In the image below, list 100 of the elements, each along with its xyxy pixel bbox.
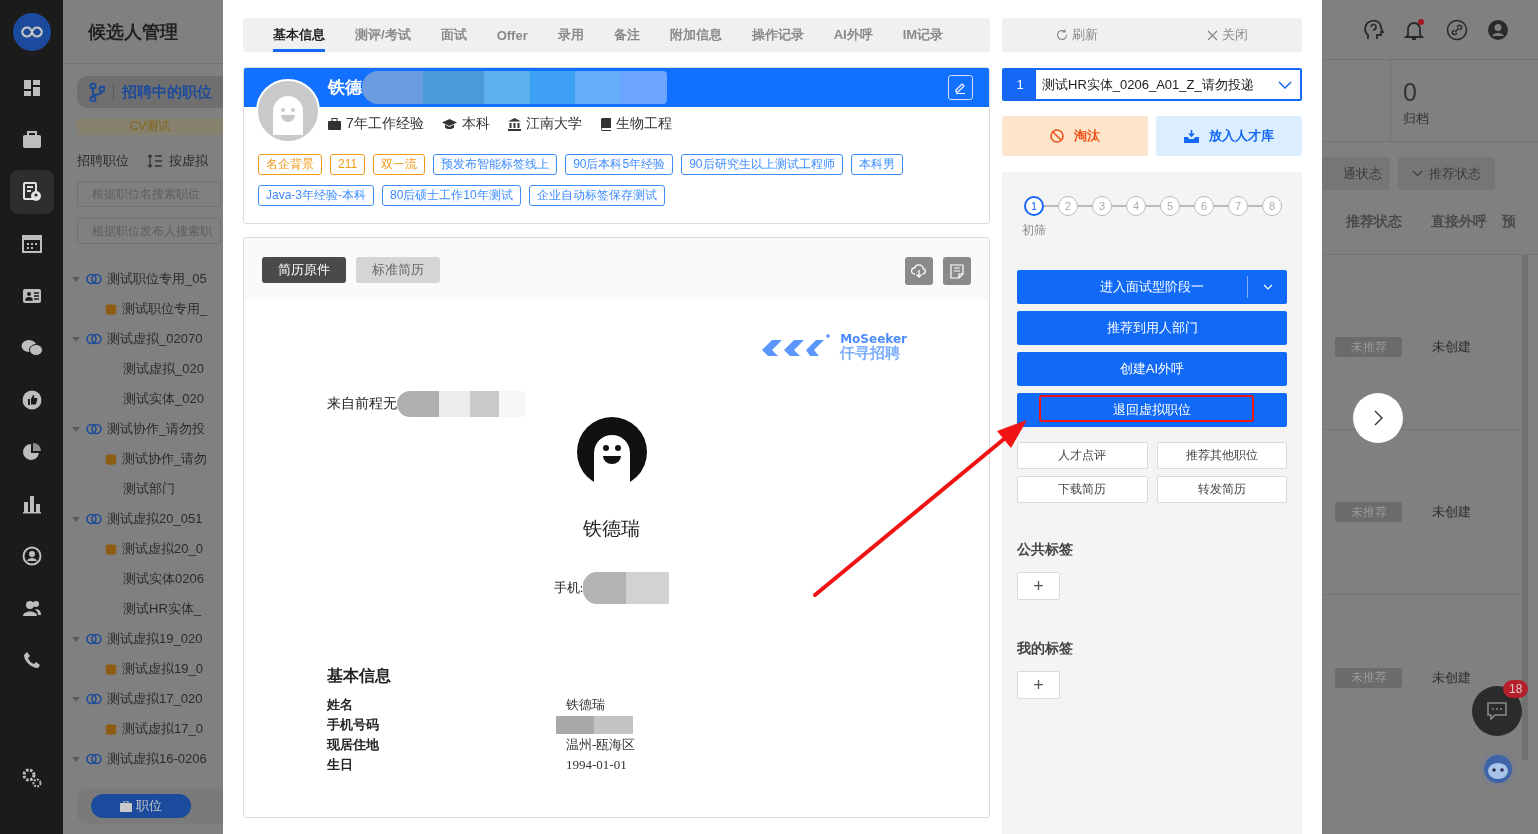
close-button[interactable]: 关闭: [1152, 18, 1302, 52]
view-toggle[interactable]: 简历原件: [262, 257, 346, 283]
step-circle: 6: [1194, 196, 1214, 216]
step-circle: 8: [1262, 196, 1282, 216]
tree-item[interactable]: 测试HR实体_: [63, 594, 223, 624]
tab[interactable]: 基本信息: [273, 18, 325, 52]
talent-pool-button[interactable]: 放入人才库: [1156, 116, 1302, 156]
bell-icon: [1403, 17, 1427, 42]
candidate-name: 铁德: [328, 77, 362, 99]
chat-button[interactable]: [1472, 686, 1522, 736]
tree-item[interactable]: 测试协作_请勿投: [63, 414, 223, 444]
tab[interactable]: 操作记录: [751, 18, 804, 52]
action-button[interactable]: 推荐其他职位: [1156, 442, 1287, 469]
linked-rings-icon: [86, 273, 102, 285]
action-button[interactable]: 创建AI外呼: [1017, 352, 1287, 386]
table-cell: 未创建: [1432, 338, 1471, 356]
tree-item[interactable]: 测试虚拟19_0: [63, 654, 223, 684]
stack-icon: [105, 663, 117, 675]
section-label: 招聘职位: [77, 152, 129, 170]
action-button[interactable]: 进入面试型阶段一: [1017, 270, 1287, 304]
edit-button[interactable]: [948, 75, 973, 100]
notice-banner: CV测试: [77, 118, 223, 135]
step-circle: 3: [1092, 196, 1112, 216]
thumbs-up-icon: [21, 390, 42, 410]
sort-icon: [147, 154, 163, 168]
step-circle: 1: [1024, 196, 1044, 216]
action-button[interactable]: 推荐到用人部门: [1017, 311, 1287, 345]
resume-icon: [21, 182, 42, 202]
tree-item[interactable]: 测试职位专用_: [63, 294, 223, 324]
tree-item[interactable]: 测试虚拟17_020: [63, 684, 223, 714]
tree-item[interactable]: 测试虚拟16-0206: [63, 744, 223, 774]
sidebar-item[interactable]: [9, 170, 54, 214]
phone-icon: [22, 651, 41, 669]
tab[interactable]: IM记录: [902, 18, 944, 52]
tag: 本科男: [850, 154, 903, 175]
profile-detail: 本科: [441, 115, 490, 133]
add-tag-button[interactable]: +: [1017, 671, 1060, 699]
tree-item[interactable]: 测试协作_请勿: [63, 444, 223, 474]
step-caption: 初筛: [1022, 222, 1047, 238]
notes-icon: [950, 263, 964, 279]
tab[interactable]: 录用: [557, 18, 584, 52]
tree-item[interactable]: 测试实体0206: [63, 564, 223, 594]
profile-detail: 江南大学: [507, 115, 582, 133]
tag: 预发布智能标签线上: [433, 154, 558, 175]
stack-icon: [105, 543, 117, 555]
unread-badge: 18: [1503, 680, 1529, 698]
tab[interactable]: 测评/考试: [355, 18, 411, 52]
tree-item[interactable]: 测试虚拟19_020: [63, 624, 223, 654]
field-label: 姓名: [327, 696, 354, 714]
tree-item[interactable]: 测试虚拟_020: [63, 354, 223, 384]
action-button[interactable]: 下载简历: [1017, 476, 1148, 503]
add-tag-button[interactable]: +: [1017, 572, 1060, 600]
group-title: 公共标签: [1017, 541, 1074, 559]
link-icon: [1446, 18, 1468, 41]
tree-item[interactable]: 测试虚拟17_0: [63, 714, 223, 744]
chat-bubbles-icon: [20, 339, 43, 357]
profile-detail: 生物工程: [599, 115, 672, 133]
chevron-down-icon: [1262, 284, 1273, 290]
tree-item[interactable]: 测试部门: [63, 474, 223, 504]
reject-button[interactable]: 淘汰: [1002, 116, 1148, 156]
id-card-icon: [21, 288, 42, 304]
step-circle: 5: [1160, 196, 1180, 216]
position-select[interactable]: 1 测试HR实体_0206_A01_Z_请勿投递: [1002, 68, 1302, 101]
bank-icon: [507, 117, 521, 131]
avatar-icon: [576, 417, 647, 487]
action-button[interactable]: 人才点评: [1017, 442, 1148, 469]
tab[interactable]: 面试: [440, 18, 467, 52]
logo-subtitle: 仟寻招聘: [840, 346, 902, 361]
tag: 名企背景: [258, 154, 322, 175]
tab[interactable]: 备注: [613, 18, 640, 52]
tree-item[interactable]: 测试实体_020: [63, 384, 223, 414]
logo-icon: [12, 13, 51, 51]
step-circle: 2: [1058, 196, 1078, 216]
download-button[interactable]: [905, 257, 933, 285]
tab[interactable]: Offer: [496, 18, 528, 52]
page-title: 候选人管理: [88, 20, 178, 44]
close-icon: [1206, 29, 1218, 41]
sort-button[interactable]: 按虚拟: [147, 152, 208, 170]
jobs-button[interactable]: 职位: [91, 794, 191, 818]
action-button[interactable]: 转发简历: [1156, 476, 1287, 503]
linked-rings-icon: [86, 693, 102, 705]
tab[interactable]: AI外呼: [833, 18, 873, 52]
refresh-icon: [1056, 29, 1068, 41]
head-question-icon: [1362, 18, 1384, 41]
chat-icon: [1487, 702, 1507, 720]
refresh-button[interactable]: 刷新: [1002, 18, 1152, 52]
tree-item[interactable]: 测试虚拟20_051: [63, 504, 223, 534]
phone-label: 手机:: [553, 579, 584, 597]
tag: 双一流: [373, 154, 426, 175]
next-button[interactable]: [1353, 393, 1403, 443]
action-button[interactable]: 退回虚拟职位: [1017, 393, 1287, 427]
linked-rings-icon: [86, 513, 102, 525]
tree-item[interactable]: 测试职位专用_05: [63, 264, 223, 294]
tree-item[interactable]: 测试虚拟20_0: [63, 534, 223, 564]
view-toggle[interactable]: 标准简历: [356, 257, 440, 283]
field-label: 手机号码: [327, 716, 380, 734]
bar-chart-icon: [21, 494, 42, 514]
tree-item[interactable]: 测试虚拟_02070: [63, 324, 223, 354]
tab[interactable]: 附加信息: [669, 18, 722, 52]
linked-rings-icon: [86, 333, 102, 345]
